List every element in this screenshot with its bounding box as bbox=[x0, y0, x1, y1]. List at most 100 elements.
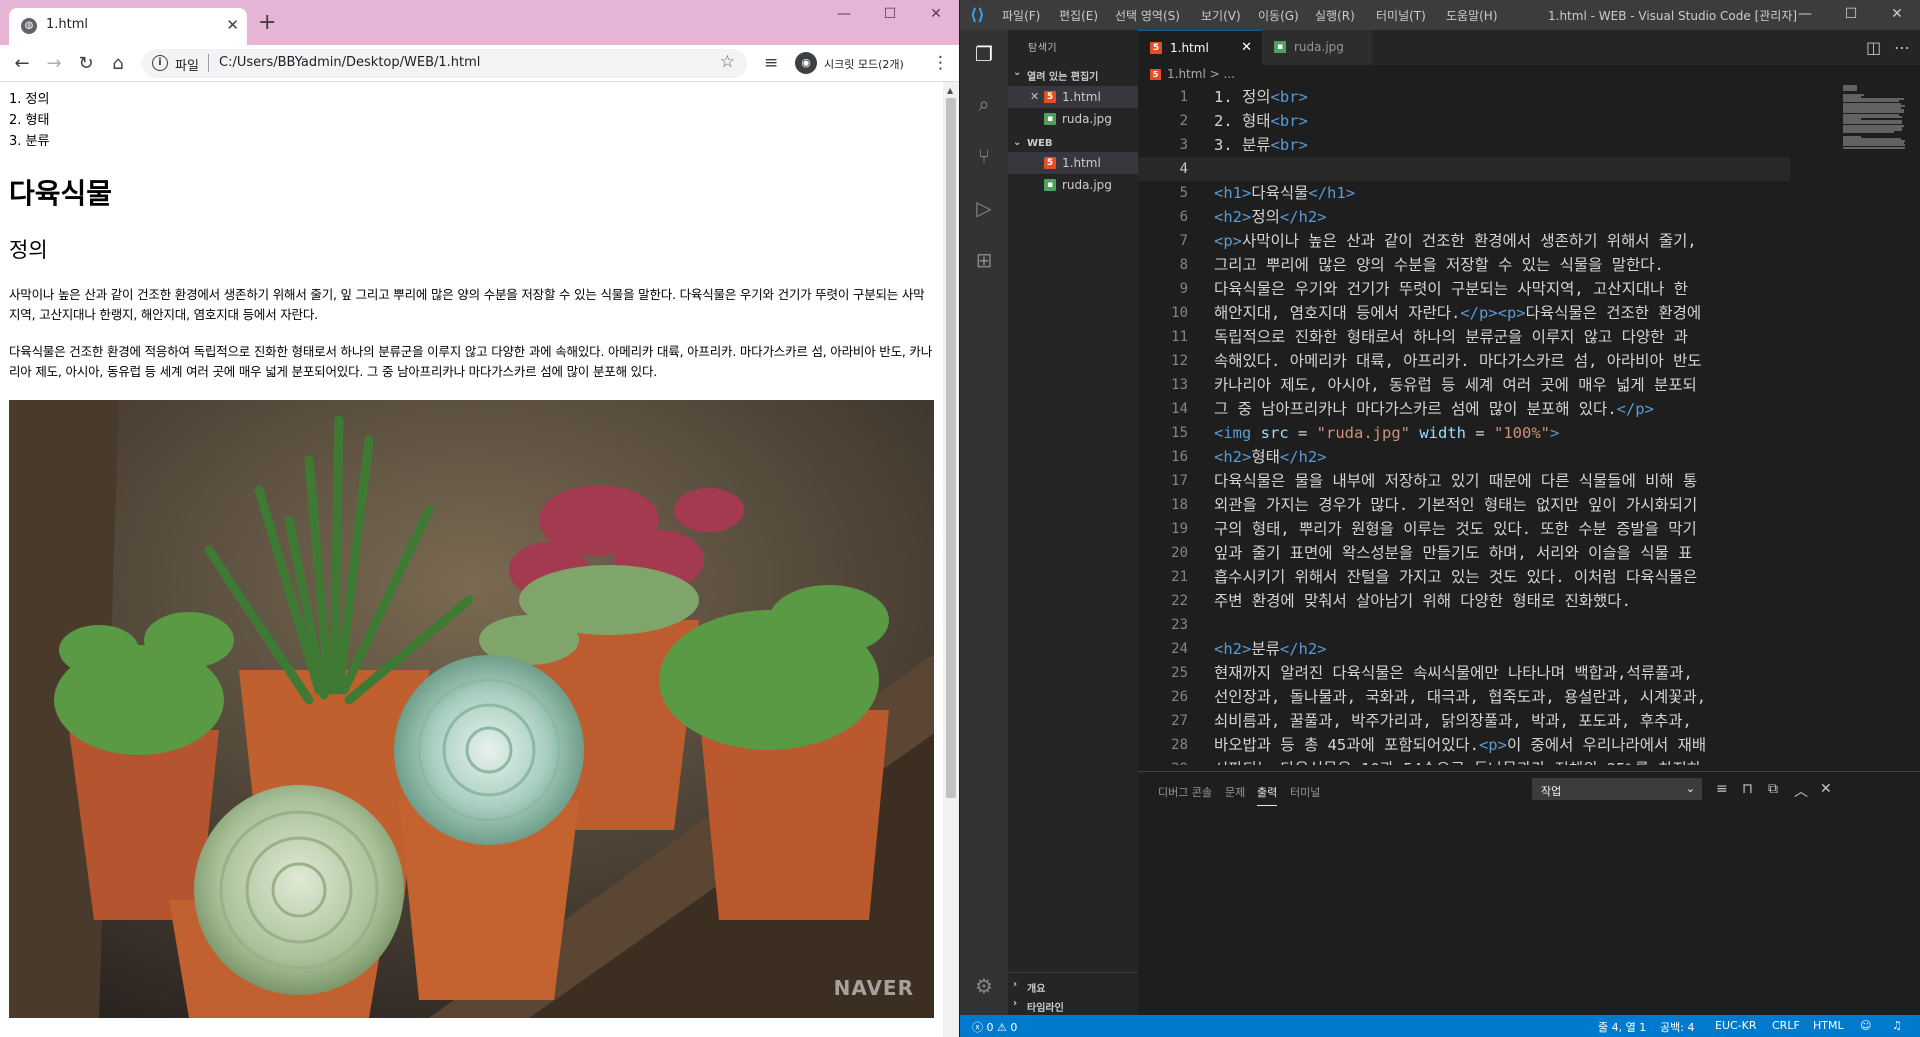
menu-icon[interactable]: ⋮ bbox=[932, 52, 949, 74]
code-line[interactable]: 22 주변 환경에 맞춰서 살아남기 위해 다양한 형태로 진화했다. bbox=[1138, 589, 1790, 613]
code-line[interactable]: 4 bbox=[1138, 157, 1790, 181]
vscode-maximize-button[interactable]: ☐ bbox=[1828, 0, 1874, 30]
menu-file[interactable]: 파일(F) bbox=[1002, 7, 1040, 24]
code-line[interactable]: 15 <img src = "ruda.jpg" width = "100%"> bbox=[1138, 421, 1790, 445]
scroll-up-icon[interactable]: ▲ bbox=[947, 86, 953, 95]
panel-tab-terminal[interactable]: 터미널 bbox=[1290, 784, 1320, 800]
menu-terminal[interactable]: 터미널(T) bbox=[1376, 7, 1426, 24]
minimap[interactable] bbox=[1840, 85, 1908, 149]
minimize-button[interactable]: — bbox=[821, 0, 867, 30]
code-line[interactable]: 11 독립적으로 진화한 형태로서 하나의 분류군을 이루지 않고 다양한 과 bbox=[1138, 325, 1790, 349]
timeline-header[interactable]: › 타임라인 bbox=[1008, 998, 1138, 1016]
code-line[interactable]: 8 그리고 뿌리에 많은 양의 수분을 저장할 수 있는 식물을 말한다. bbox=[1138, 253, 1790, 277]
editor-scrollbar[interactable] bbox=[1905, 85, 1919, 765]
indentation-status[interactable]: 공백: 4 bbox=[1660, 1019, 1694, 1035]
code-line[interactable]: 14 그 중 남아프리카나 마다가스카르 섬에 많이 분포해 있다.</p> bbox=[1138, 397, 1790, 421]
menu-go[interactable]: 이동(G) bbox=[1258, 7, 1299, 24]
code-line[interactable]: 27 쇠비름과, 꿀풀과, 박주가리과, 닭의장풀과, 박과, 포도과, 후추과, bbox=[1138, 709, 1790, 733]
close-icon[interactable]: ✕ bbox=[1030, 90, 1039, 103]
code-line[interactable]: 17 다육식물은 물을 내부에 저장하고 있기 때문에 다른 식물들에 비해 통 bbox=[1138, 469, 1790, 493]
eol-status[interactable]: CRLF bbox=[1772, 1019, 1800, 1032]
scrollbar-thumb[interactable] bbox=[946, 98, 956, 798]
close-window-button[interactable]: ✕ bbox=[913, 0, 959, 30]
panel-tab-output[interactable]: 출력 bbox=[1257, 784, 1278, 806]
breadcrumb-path[interactable]: 1.html > ... bbox=[1167, 67, 1235, 81]
more-actions-icon[interactable]: ⋯ bbox=[1894, 38, 1910, 57]
maximize-button[interactable]: ☐ bbox=[867, 0, 913, 30]
star-icon[interactable]: ☆ bbox=[720, 52, 735, 72]
code-line[interactable]: 18 외관을 가지는 경우가 많다. 기본적인 형태는 없지만 잎이 가시화되기 bbox=[1138, 493, 1790, 517]
close-panel-icon[interactable]: ✕ bbox=[1820, 781, 1832, 797]
close-tab-icon[interactable]: ✕ bbox=[226, 16, 239, 34]
code-line[interactable]: 5 <h1>다육식물</h1> bbox=[1138, 181, 1790, 205]
panel-tab-debug-console[interactable]: 디버그 콘솔 bbox=[1158, 784, 1212, 800]
menu-help[interactable]: 도움말(H) bbox=[1446, 7, 1498, 24]
maximize-panel-icon[interactable]: ︿ bbox=[1794, 781, 1808, 801]
info-icon[interactable]: i bbox=[152, 55, 168, 71]
code-line[interactable]: 7 <p>사막이나 높은 산과 같이 건조한 환경에서 생존하기 위해서 줄기, bbox=[1138, 229, 1790, 253]
code-line[interactable]: 21 흡수시키기 위해서 잔털을 가지고 있는 것도 있다. 이처럼 다육식물은 bbox=[1138, 565, 1790, 589]
new-tab-button[interactable]: + bbox=[258, 11, 276, 35]
code-line[interactable]: 29 시판되는 다육식물은 10과 54속으로 돌나물과가 전체의 25%를 차지… bbox=[1138, 757, 1790, 765]
home-icon[interactable]: ⌂ bbox=[106, 52, 130, 76]
lock-icon[interactable]: ⊓ bbox=[1742, 781, 1753, 797]
gear-icon[interactable]: ⚙ bbox=[972, 974, 996, 998]
address-url[interactable]: C:/Users/BBYadmin/Desktop/WEB/1.html bbox=[219, 55, 480, 70]
language-status[interactable]: HTML bbox=[1813, 1019, 1844, 1032]
encoding-status[interactable]: EUC-KR bbox=[1715, 1019, 1757, 1032]
vscode-close-button[interactable]: ✕ bbox=[1874, 0, 1920, 30]
code-line[interactable]: 24 <h2>분류</h2> bbox=[1138, 637, 1790, 661]
forward-icon[interactable]: → bbox=[42, 52, 66, 76]
browser-tab[interactable]: ◍ 1.html ✕ bbox=[9, 8, 247, 45]
editor-tab[interactable]: ▪ ruda.jpg bbox=[1262, 30, 1372, 65]
code-line[interactable]: 25 현재까지 알려진 다육식물은 속씨식물에만 나타나며 백합과,석류풀과, bbox=[1138, 661, 1790, 685]
open-editor-item[interactable]: ▪ ruda.jpg bbox=[1008, 108, 1138, 130]
page-scrollbar[interactable]: ▲ bbox=[943, 82, 959, 1037]
code-line[interactable]: 13 카나리아 제도, 아시아, 동유럽 등 세계 여러 곳에 매우 넓게 분포되 bbox=[1138, 373, 1790, 397]
close-icon[interactable]: ✕ bbox=[1241, 40, 1252, 55]
open-editor-item[interactable]: ✕ 5 1.html bbox=[1008, 86, 1138, 108]
menu-edit[interactable]: 편집(E) bbox=[1059, 7, 1098, 24]
back-icon[interactable]: ← bbox=[10, 52, 34, 76]
menu-run[interactable]: 실행(R) bbox=[1315, 7, 1355, 24]
address-bar[interactable]: i 파일 C:/Users/BBYadmin/Desktop/WEB/1.htm… bbox=[142, 49, 747, 78]
clear-output-icon[interactable]: ≡ bbox=[1716, 781, 1728, 797]
open-in-editor-icon[interactable]: ⧉ bbox=[1768, 781, 1778, 797]
menu-view[interactable]: 보기(V) bbox=[1201, 7, 1241, 24]
code-line[interactable]: 1 1. 정의<br> bbox=[1138, 85, 1790, 109]
open-editors-header[interactable]: ⌄ 열려 있는 편집기 bbox=[1008, 64, 1138, 84]
feedback-icon[interactable]: ☺ bbox=[1860, 1019, 1871, 1032]
bell-icon[interactable]: ♫ bbox=[1892, 1019, 1902, 1032]
extensions-icon[interactable]: ⊞ bbox=[972, 248, 996, 272]
editor-tab-active[interactable]: 5 1.html ✕ bbox=[1138, 30, 1262, 65]
code-line[interactable]: 26 선인장과, 돌나물과, 국화과, 대극과, 협죽도과, 용설란과, 시계꽃과… bbox=[1138, 685, 1790, 709]
vscode-minimize-button[interactable]: — bbox=[1782, 0, 1828, 30]
code-line[interactable]: 28 바오밥과 등 총 45과에 포함되어있다.<p>이 중에서 우리나라에서 재… bbox=[1138, 733, 1790, 757]
file-tree-item[interactable]: ▪ ruda.jpg bbox=[1008, 174, 1138, 196]
search-icon[interactable]: ⌕ bbox=[972, 92, 996, 116]
code-line[interactable]: 10 해안지대, 염호지대 등에서 자란다.</p><p>다육식물은 건조한 환경… bbox=[1138, 301, 1790, 325]
code-editor[interactable]: 1 1. 정의<br> 2 2. 형태<br> 3 3. 분류<br> 4 5 <h1>다육식물… bbox=[1138, 85, 1790, 765]
run-debug-icon[interactable]: ▷ bbox=[972, 196, 996, 220]
media-icon[interactable]: ≡ bbox=[764, 52, 778, 74]
incognito-button[interactable]: ◉ 시크릿 모드(2개) bbox=[795, 50, 915, 77]
panel-tab-problems[interactable]: 문제 bbox=[1225, 784, 1245, 800]
menu-selection[interactable]: 선택 영역(S) bbox=[1115, 7, 1180, 24]
split-editor-icon[interactable]: ◫ bbox=[1866, 38, 1881, 57]
code-line[interactable]: 6 <h2>정의</h2> bbox=[1138, 205, 1790, 229]
output-channel-select[interactable]: 작업 ⌄ bbox=[1532, 778, 1702, 800]
code-line[interactable]: 3 3. 분류<br> bbox=[1138, 133, 1790, 157]
code-line[interactable]: 16 <h2>형태</h2> bbox=[1138, 445, 1790, 469]
code-line[interactable]: 2 2. 형태<br> bbox=[1138, 109, 1790, 133]
code-line[interactable]: 9 다육식물은 우기와 건기가 뚜렷이 구분되는 사막지역, 고산지대나 한 bbox=[1138, 277, 1790, 301]
explorer-icon[interactable]: ❐ bbox=[972, 42, 996, 66]
file-tree-item[interactable]: 5 1.html bbox=[1008, 152, 1138, 174]
problems-status[interactable]: ⓧ 0 ⚠ 0 bbox=[972, 1019, 1017, 1035]
cursor-position[interactable]: 줄 4, 열 1 bbox=[1598, 1019, 1646, 1035]
code-line[interactable]: 23 bbox=[1138, 613, 1790, 637]
code-line[interactable]: 19 구의 형태, 뿌리가 원형을 이루는 것도 있다. 또한 수분 증발을 막기 bbox=[1138, 517, 1790, 541]
folder-header[interactable]: ⌄ WEB bbox=[1008, 134, 1138, 154]
reload-icon[interactable]: ↻ bbox=[74, 52, 98, 76]
outline-header[interactable]: › 개요 bbox=[1008, 979, 1138, 997]
code-line[interactable]: 12 속해있다. 아메리카 대륙, 아프리카. 마다가스카르 섬, 아라비아 반도 bbox=[1138, 349, 1790, 373]
